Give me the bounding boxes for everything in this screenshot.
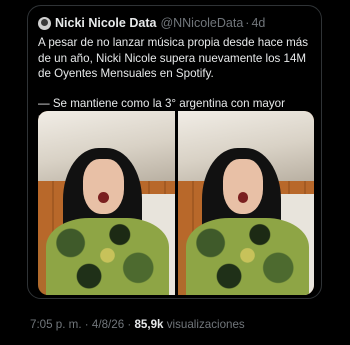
tweet-metadata: 7:05 p. m. · 4/8/26 · 85,9k visualizacio… (30, 318, 245, 331)
author-handle[interactable]: @NNicoleData (160, 16, 243, 30)
meta-dot-2: · (127, 318, 132, 331)
author-name[interactable]: Nicki Nicole Data (55, 16, 156, 30)
relative-time[interactable]: 4d (251, 16, 265, 30)
header-separator: · (245, 16, 250, 30)
tweet-paragraph-1: A pesar de no lanzar música propia desde… (38, 36, 309, 80)
avatar[interactable] (38, 16, 51, 30)
views-count: 85,9k (134, 318, 164, 331)
post-date[interactable]: 4/8/26 (92, 318, 124, 331)
tweet-photo-1[interactable] (38, 111, 175, 295)
quoted-tweet-card[interactable]: Nicki Nicole Data @NNicoleData · 4d A pe… (27, 5, 322, 299)
tweet-header: Nicki Nicole Data @NNicoleData · 4d (38, 14, 313, 32)
meta-dot-1: · (84, 318, 89, 331)
post-time[interactable]: 7:05 p. m. (30, 318, 82, 331)
tweet-media (38, 111, 314, 295)
views-label: visualizaciones (166, 318, 245, 331)
tweet-photo-2[interactable] (177, 111, 314, 295)
